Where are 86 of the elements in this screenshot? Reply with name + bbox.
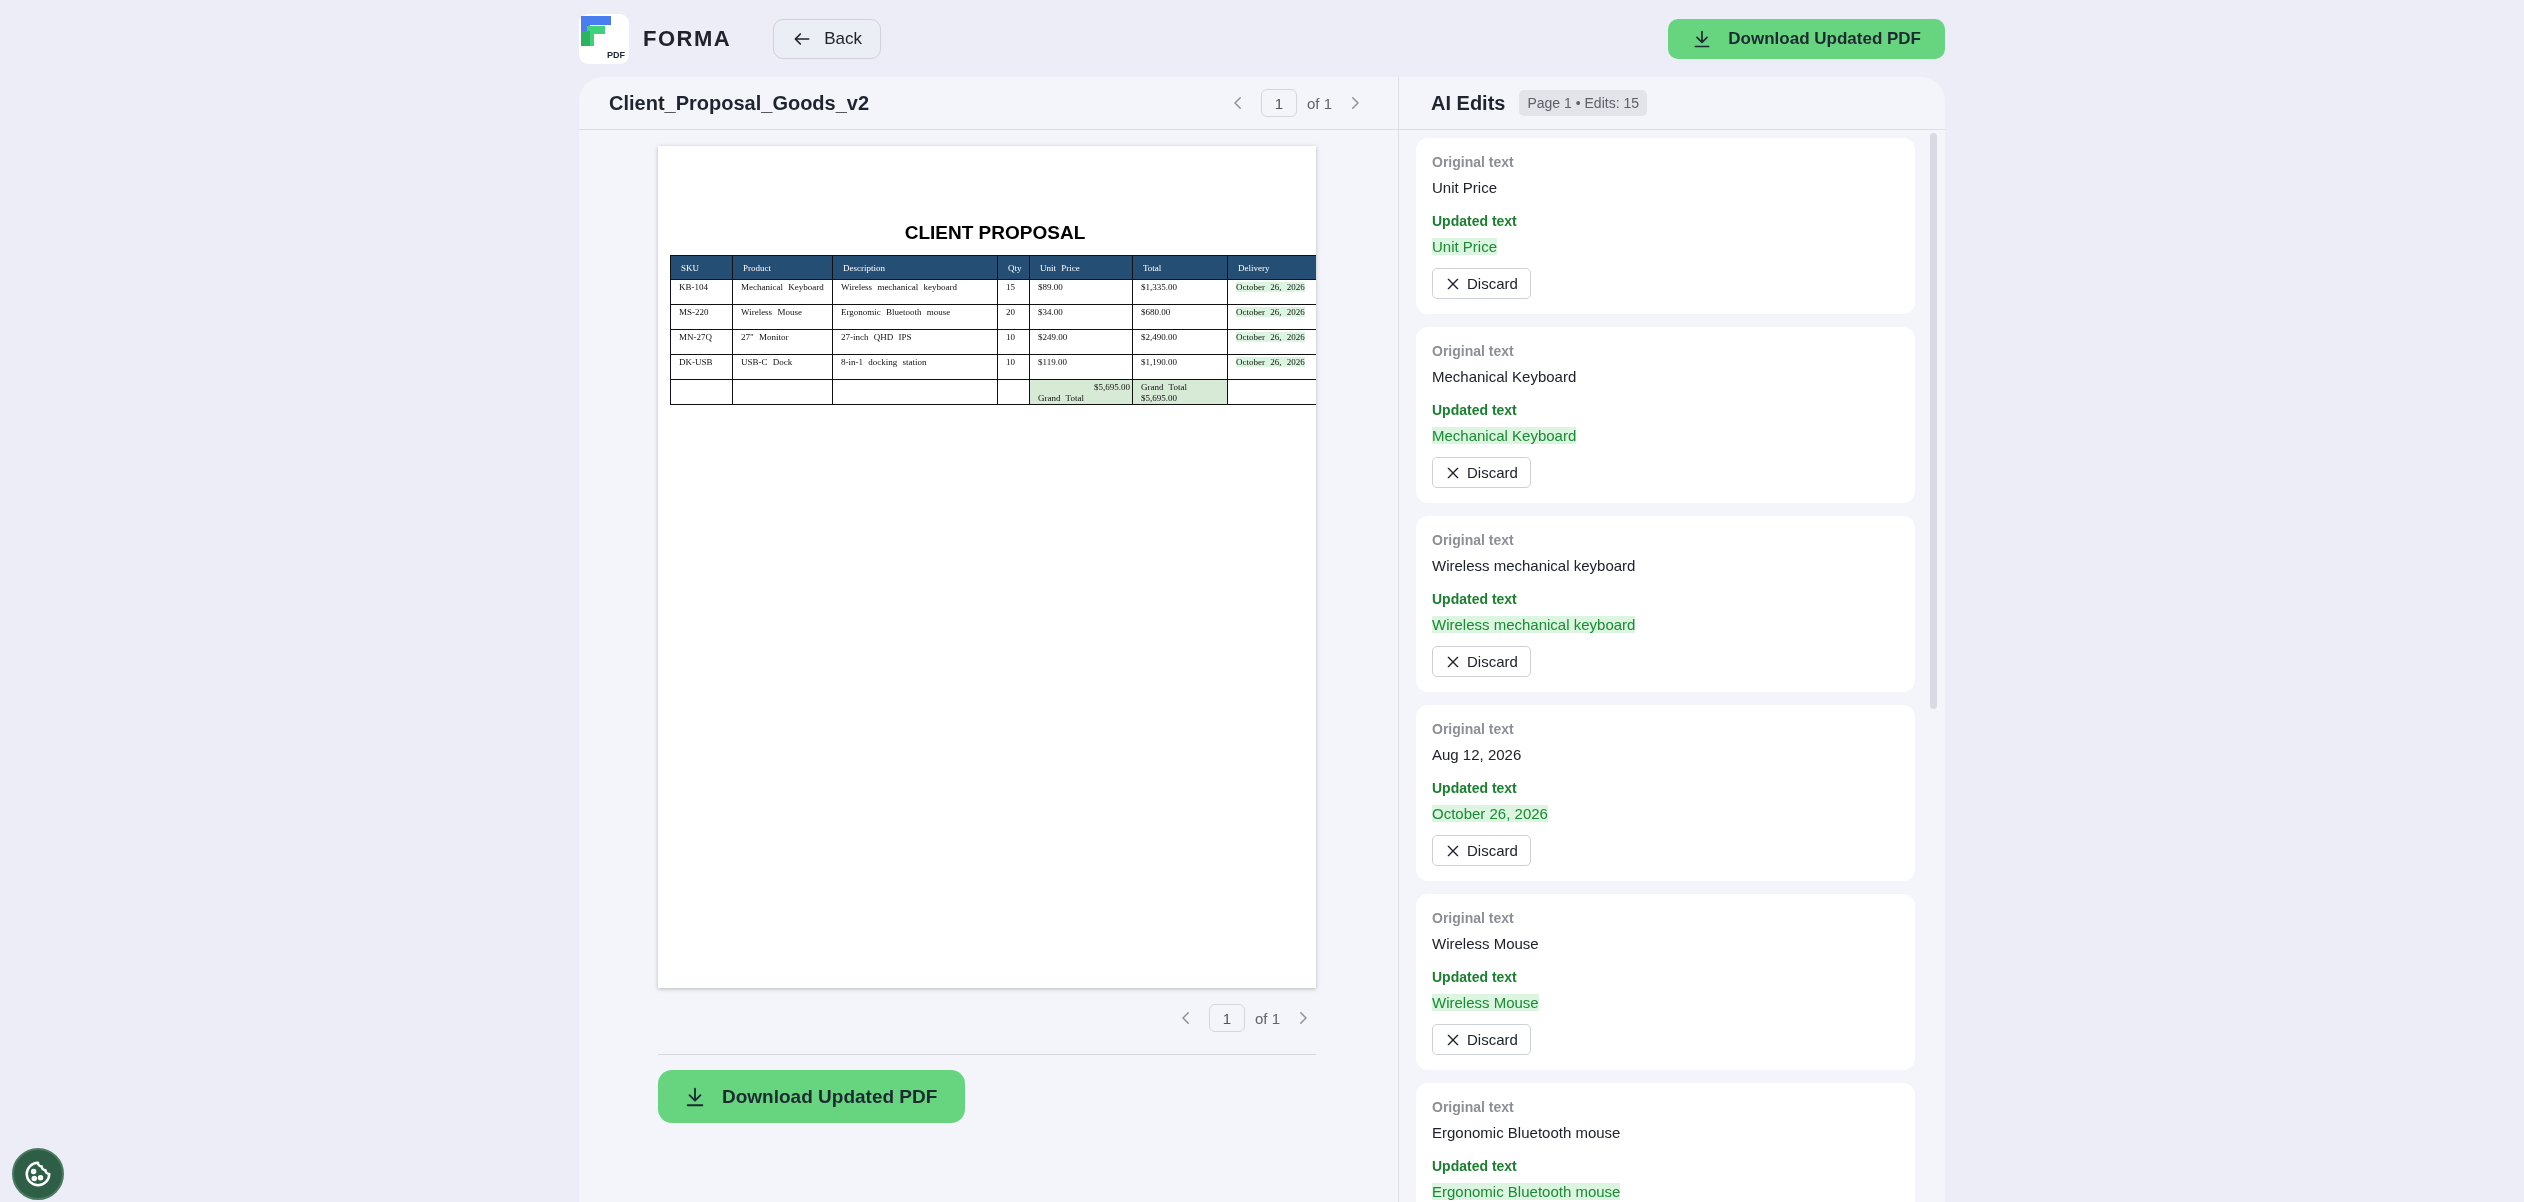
- table-cell: 15: [1006, 282, 1015, 292]
- original-label: Original text: [1432, 910, 1514, 926]
- table-cell: Wireless mechanical keyboard: [841, 282, 958, 292]
- app-logo[interactable]: PDF: [579, 13, 629, 64]
- table-cell: Mechanical Keyboard: [741, 282, 824, 292]
- updated-text: Mechanical Keyboard: [1432, 427, 1577, 444]
- table-cell: 8-in-1 docking station: [841, 357, 927, 367]
- column-header: Total: [1132, 255, 1228, 280]
- brand-name: FORMA: [643, 25, 732, 52]
- updated-text: Wireless mechanical keyboard: [1432, 616, 1636, 633]
- discard-button[interactable]: Discard: [1432, 268, 1531, 299]
- updated-label: Updated text: [1432, 1158, 1517, 1174]
- original-text: Unit Price: [1432, 179, 1498, 196]
- table-cell: MS-220: [679, 307, 709, 317]
- logo-text: PDF: [607, 49, 625, 60]
- column-header: SKU: [670, 255, 733, 280]
- logo-mark-icon: [579, 13, 613, 48]
- discard-button[interactable]: Discard: [1432, 646, 1531, 677]
- original-text: Ergonomic Bluetooth mouse: [1432, 1124, 1621, 1141]
- column-header: Product: [732, 255, 833, 280]
- table-cell: 27" Monitor: [741, 332, 789, 342]
- table-cell: Wireless Mouse: [741, 307, 802, 317]
- table-cell: October 26, 2026: [1236, 307, 1305, 317]
- table-cell: $680.00: [1141, 307, 1171, 317]
- discard-button[interactable]: Discard: [1432, 835, 1531, 866]
- updated-label: Updated text: [1432, 213, 1517, 229]
- edits-badge: Page 1 • Edits: 15: [1519, 90, 1647, 116]
- cookie-icon: [23, 1159, 53, 1189]
- table-cell: $119.00: [1038, 357, 1067, 367]
- table-cell: $1,335.00: [1141, 282, 1177, 292]
- file-name: Client_Proposal_Goods_v2: [609, 91, 870, 115]
- original-label: Original text: [1432, 721, 1514, 737]
- original-label: Original text: [1432, 532, 1514, 548]
- updated-label: Updated text: [1432, 780, 1517, 796]
- updated-text: Unit Price: [1432, 238, 1498, 255]
- column-header: Qty: [997, 255, 1030, 280]
- table-cell: DK-USB: [679, 357, 713, 367]
- original-text: Wireless mechanical keyboard: [1432, 557, 1636, 574]
- scrollbar-thumb[interactable]: [1930, 133, 1937, 709]
- column-header: Delivery: [1227, 255, 1316, 280]
- original-text: Aug 12, 2026: [1432, 746, 1522, 763]
- updated-label: Updated text: [1432, 402, 1517, 418]
- updated-text: Ergonomic Bluetooth mouse: [1432, 1183, 1621, 1200]
- table-cell: $34.00: [1038, 307, 1063, 317]
- back-button[interactable]: Back: [773, 18, 881, 59]
- page-number-field[interactable]: 1: [1260, 89, 1297, 117]
- original-label: Original text: [1432, 343, 1514, 359]
- column-header: Unit Price: [1029, 255, 1133, 280]
- column-header: Description: [832, 255, 998, 280]
- table-cell: $1,190.00: [1141, 357, 1177, 367]
- original-label: Original text: [1432, 154, 1514, 170]
- table-cell: Ergonomic Bluetooth mouse: [841, 307, 951, 317]
- table-cell: October 26, 2026: [1236, 357, 1305, 367]
- original-text: Wireless Mouse: [1432, 935, 1539, 952]
- page-count: of 1: [1306, 94, 1332, 112]
- document-title: CLIENT PROPOSAL: [903, 222, 1087, 244]
- download-icon: [684, 1085, 706, 1108]
- table-cell: $249.00: [1038, 332, 1068, 342]
- table-cell-text: Grand Total: [1038, 393, 1085, 404]
- updated-text: Wireless Mouse: [1432, 994, 1539, 1011]
- table-cell: MN-27Q: [679, 332, 712, 342]
- table-cell-text: $5,695.00: [1093, 382, 1130, 393]
- original-label: Original text: [1432, 1099, 1514, 1115]
- table-cell: 10: [1006, 357, 1015, 367]
- table-cell: USB-C Dock: [741, 357, 793, 367]
- table-cell: $89.00: [1038, 282, 1063, 292]
- discard-button[interactable]: Discard: [1432, 1024, 1531, 1055]
- original-text: Mechanical Keyboard: [1432, 368, 1577, 385]
- updated-text: October 26, 2026: [1432, 805, 1548, 822]
- table-cell: $2,490.00: [1141, 332, 1177, 342]
- table-cell: 20: [1006, 307, 1015, 317]
- table-cell: October 26, 2026: [1236, 282, 1305, 292]
- cookie-settings-button[interactable]: [12, 1148, 64, 1200]
- download-button[interactable]: Download Updated PDF: [658, 1070, 966, 1123]
- table-cell: October 26, 2026: [1236, 332, 1305, 342]
- page-number-field[interactable]: 1: [1208, 1004, 1245, 1032]
- page-count: of 1: [1254, 1009, 1280, 1027]
- table-cell: Grand Total $5,695.00: [1141, 382, 1187, 403]
- discard-button[interactable]: Discard: [1432, 457, 1531, 488]
- panel-title: AI Edits: [1431, 91, 1506, 115]
- updated-label: Updated text: [1432, 591, 1517, 607]
- updated-label: Updated text: [1432, 969, 1517, 985]
- table-cell: KB-104: [679, 282, 708, 292]
- download-button[interactable]: Download Updated PDF: [1668, 18, 1945, 59]
- table-cell: 10: [1006, 332, 1015, 342]
- table-cell: 27-inch QHD IPS: [841, 332, 912, 342]
